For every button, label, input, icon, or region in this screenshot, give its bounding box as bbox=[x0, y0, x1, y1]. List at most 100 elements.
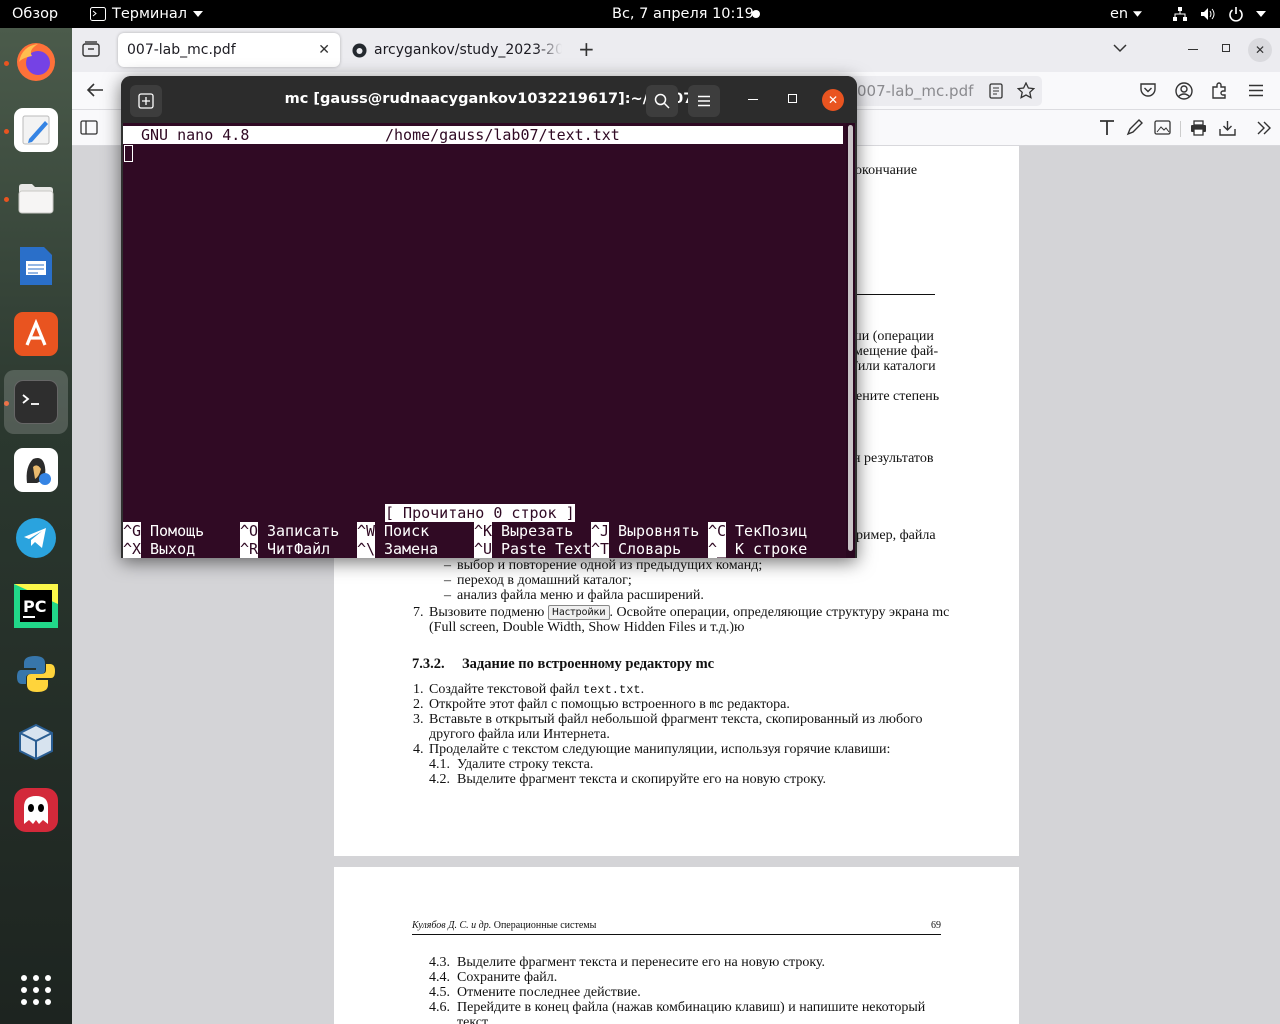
tab-bar: 007-lab_mc.pdf ✕ arcygankov/study_2023-2… bbox=[72, 28, 1280, 72]
bullet-dash: – bbox=[444, 573, 451, 588]
account-icon[interactable] bbox=[1175, 82, 1193, 100]
tab-pdf[interactable]: 007-lab_mc.pdf ✕ bbox=[118, 33, 340, 67]
clock[interactable]: Вс, 7 апреля 10:19 bbox=[612, 0, 754, 28]
sublist-text: текст bbox=[457, 1015, 489, 1024]
dock: PC bbox=[0, 28, 72, 1024]
shortcut-label: Paste Text bbox=[501, 540, 592, 558]
list-number: 3. bbox=[413, 712, 424, 727]
shortcut-key: ^U bbox=[474, 540, 493, 558]
keyboard-layout-label: en bbox=[1110, 6, 1129, 22]
new-tab-button[interactable]: + bbox=[578, 39, 595, 59]
nano-editor[interactable]: GNU nano 4.8 /home/gauss/lab07/text.txt … bbox=[123, 123, 855, 558]
close-icon[interactable]: ✕ bbox=[822, 89, 844, 111]
shortcut-key: ^_ bbox=[708, 540, 727, 558]
libreoffice-writer-icon[interactable] bbox=[14, 244, 58, 288]
bookmark-star-icon[interactable] bbox=[1017, 82, 1035, 99]
list-number: 7. bbox=[413, 605, 424, 620]
ghost-app-icon[interactable] bbox=[14, 788, 58, 832]
terminal-icon[interactable] bbox=[14, 380, 58, 424]
shortcut-label: Записать bbox=[267, 522, 340, 540]
sublist-number: 4.1. bbox=[429, 757, 450, 772]
extensions-icon[interactable] bbox=[1211, 82, 1228, 99]
shortcut-key: ^R bbox=[240, 540, 259, 558]
terminal-window[interactable]: mc [gauss@rudnaacygankov1032219617]:~/la… bbox=[121, 76, 857, 558]
sublist-number: 4.3. bbox=[429, 955, 450, 970]
sublist-text: Выделите фрагмент текста и скопируйте ег… bbox=[457, 772, 826, 787]
tab-github[interactable]: arcygankov/study_2023-2024_os-intro bbox=[352, 33, 562, 67]
files-icon[interactable] bbox=[14, 176, 58, 220]
python-icon[interactable] bbox=[14, 652, 58, 696]
terminal-headerbar[interactable]: mc [gauss@rudnaacygankov1032219617]:~/la… bbox=[121, 76, 857, 123]
bullet-dash: – bbox=[444, 588, 451, 603]
shortcut-key: ^G bbox=[123, 522, 142, 540]
save-download-icon[interactable] bbox=[1219, 120, 1236, 136]
pocket-icon[interactable] bbox=[1140, 83, 1156, 97]
top-bar: Обзор Терминал Вс, 7 апреля 10:19 en bbox=[0, 0, 1280, 28]
activities-button[interactable]: Обзор bbox=[12, 0, 58, 28]
text-editor-icon[interactable] bbox=[14, 108, 58, 152]
menu-button[interactable] bbox=[688, 85, 720, 117]
pycharm-icon[interactable]: PC bbox=[14, 584, 58, 628]
partial-text: ример, файла bbox=[856, 528, 936, 543]
text-cursor[interactable] bbox=[124, 145, 133, 162]
sublist-number: 4.2. bbox=[429, 772, 450, 787]
list-item-text: Вызовите подменю Настройки. Освойте опер… bbox=[429, 605, 949, 620]
chevron-down-icon bbox=[192, 11, 203, 17]
back-arrow-icon[interactable] bbox=[86, 82, 104, 98]
hamburger-menu-icon[interactable] bbox=[1248, 84, 1264, 97]
sublist-text: Выделите фрагмент текста и перенесите ег… bbox=[457, 955, 826, 970]
shortcut-key: ^J bbox=[591, 522, 610, 540]
nano-file-path: /home/gauss/lab07/text.txt bbox=[385, 126, 620, 144]
app-center-icon[interactable] bbox=[14, 312, 58, 356]
partial-text: ши (операции bbox=[851, 329, 934, 344]
telegram-icon[interactable] bbox=[14, 516, 58, 560]
sublist-text: Сохраните файл. bbox=[457, 970, 558, 985]
list-number: 1. bbox=[413, 682, 424, 697]
section-number: 7.3.2. bbox=[412, 656, 445, 672]
running-indicator bbox=[4, 61, 9, 66]
page-number: 69 bbox=[931, 920, 941, 931]
notification-dot bbox=[752, 10, 760, 18]
rule-line bbox=[855, 294, 935, 295]
item-text-before: Вызовите подменю bbox=[429, 605, 545, 620]
new-tab-button[interactable] bbox=[130, 85, 162, 117]
maximize-icon[interactable] bbox=[788, 94, 797, 103]
maximize-icon[interactable] bbox=[1222, 44, 1230, 52]
chevron-down-icon bbox=[1133, 11, 1143, 17]
minimize-icon[interactable] bbox=[1188, 49, 1198, 50]
scrollbar-thumb[interactable] bbox=[848, 125, 853, 551]
app-menu[interactable]: Терминал bbox=[90, 0, 203, 28]
minimize-icon[interactable] bbox=[748, 99, 758, 100]
tab-overview-icon[interactable] bbox=[82, 41, 100, 57]
pdf-page: Кулябов Д. С. и др. Операционные системы… bbox=[334, 867, 1019, 1024]
shortcut-key: ^\ bbox=[357, 540, 376, 558]
virtualbox-icon[interactable] bbox=[14, 720, 58, 764]
sidebar-toggle-icon[interactable] bbox=[80, 120, 98, 135]
list-number: 4. bbox=[413, 742, 424, 757]
close-window-icon[interactable]: ✕ bbox=[1248, 38, 1272, 62]
list-all-tabs-icon[interactable] bbox=[1113, 44, 1127, 53]
show-apps-grid-icon[interactable] bbox=[14, 968, 58, 1012]
close-tab-icon[interactable]: ✕ bbox=[318, 33, 330, 67]
shortcut-label: Помощь bbox=[150, 522, 205, 540]
sublist-number: 4.4. bbox=[429, 970, 450, 985]
nano-version: GNU nano 4.8 bbox=[141, 126, 250, 144]
text-tool-icon[interactable] bbox=[1099, 119, 1115, 136]
bullet-text: анализ файла меню и файла расширений. bbox=[457, 588, 704, 603]
print-icon[interactable] bbox=[1190, 120, 1207, 136]
firefox-icon[interactable] bbox=[14, 40, 58, 84]
shortcut-key: ^T bbox=[591, 540, 610, 558]
reader-view-icon[interactable] bbox=[989, 83, 1003, 99]
search-button[interactable] bbox=[646, 85, 678, 117]
gnome-tweaks-icon[interactable] bbox=[14, 448, 58, 492]
shortcut-key: ^K bbox=[474, 522, 493, 540]
partial-text: /или каталоги bbox=[854, 359, 936, 374]
image-tool-icon[interactable] bbox=[1154, 120, 1171, 135]
list-item-text: Вставьте в открытый файл небольшой фрагм… bbox=[429, 712, 923, 727]
draw-tool-icon[interactable] bbox=[1126, 119, 1143, 136]
sublist-text: Перейдите в конец файла (нажав комбинаци… bbox=[457, 1000, 926, 1015]
list-item-text: (Full screen, Double Width, Show Hidden … bbox=[429, 620, 745, 635]
keyboard-layout-indicator[interactable]: en bbox=[1110, 0, 1143, 28]
more-tools-chevron-icon[interactable] bbox=[1256, 120, 1272, 136]
shortcut-label: Вырезать bbox=[501, 522, 574, 540]
